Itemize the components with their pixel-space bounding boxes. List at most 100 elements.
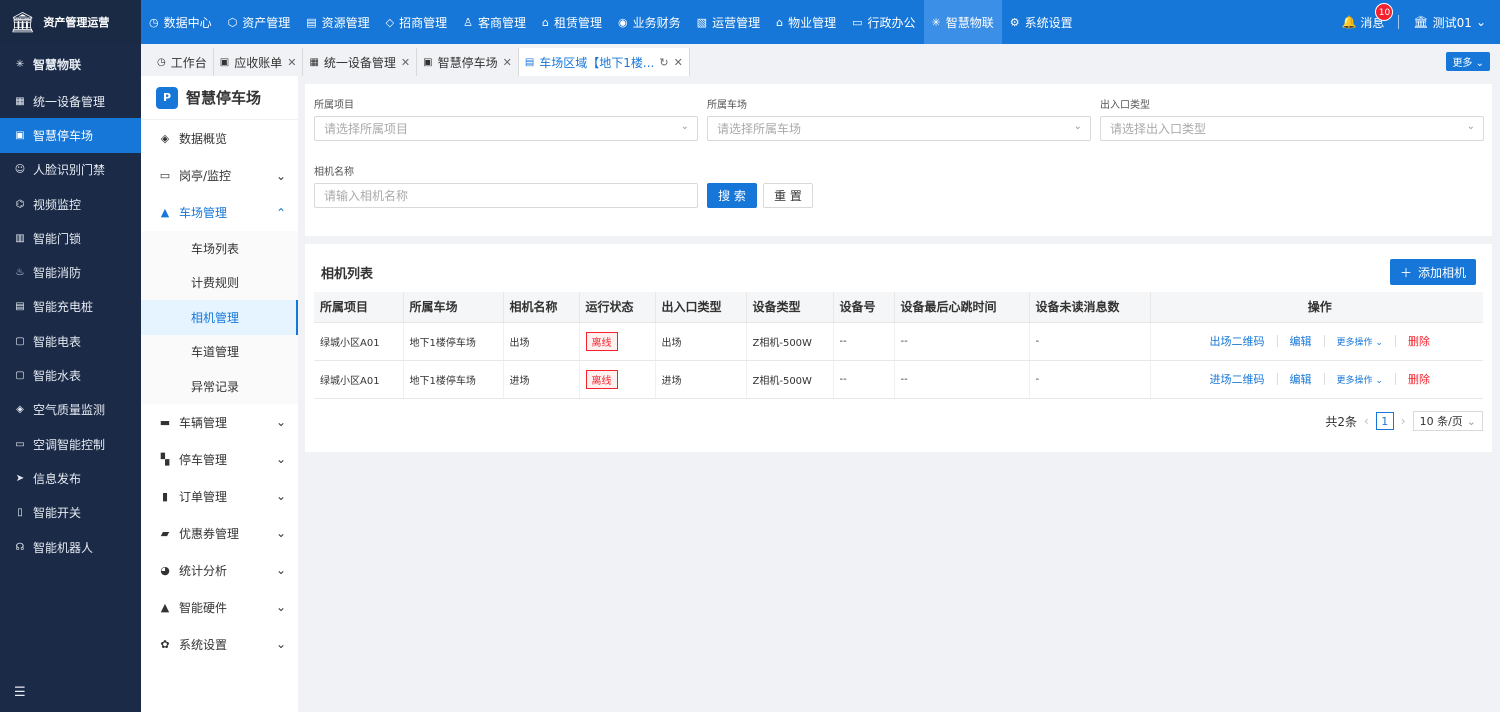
top-nav-label: 行政办公 — [867, 15, 916, 30]
table-header: 操作 — [1150, 292, 1483, 323]
tab-2[interactable]: ▦ 统一设备管理 ✕ — [303, 48, 418, 76]
top-nav-item-9[interactable]: ▭ 行政办公 — [844, 0, 923, 44]
sub-nav-group[interactable]: ▭ 岗亭/监控 ⌄ — [141, 157, 298, 194]
sub-nav-group[interactable]: ✿ 系统设置 ⌄ — [141, 626, 298, 663]
page-size-value: 10 条/页 — [1419, 415, 1463, 428]
top-nav-item-6[interactable]: ◉ 业务财务 — [610, 0, 689, 44]
cell-status: 离线 — [579, 360, 656, 399]
page-1-button[interactable]: 1 — [1375, 412, 1394, 430]
delete-link[interactable]: 删除 — [1408, 333, 1430, 349]
left-nav-item-4[interactable]: ▥ 智能门锁 — [0, 221, 141, 255]
edit-link[interactable]: 编辑 — [1290, 333, 1312, 349]
sub-nav-group[interactable]: ▮ 订单管理 ⌄ — [141, 478, 298, 515]
left-nav-header[interactable]: ✳ 智慧物联 — [0, 44, 141, 84]
sub-nav-group[interactable]: ◕ 统计分析 ⌄ — [141, 552, 298, 589]
table-header: 设备最后心跳时间 — [894, 292, 1030, 323]
left-nav-item-0[interactable]: ▦ 统一设备管理 — [0, 84, 141, 118]
left-nav-item-7[interactable]: ▢ 智能电表 — [0, 324, 141, 358]
more-actions-link[interactable]: 更多操作 ⌄ — [1337, 335, 1383, 348]
top-nav-label: 资产管理 — [242, 15, 291, 30]
sub-nav-group[interactable]: ▲ 车场管理 ⌃ — [141, 194, 298, 231]
more-actions-link[interactable]: 更多操作 ⌄ — [1337, 373, 1383, 386]
left-nav-item-13[interactable]: ☊ 智能机器人 — [0, 530, 141, 564]
left-nav-item-3[interactable]: ⌬ 视频监控 — [0, 187, 141, 221]
nav-icon: ✳ — [931, 15, 941, 29]
top-nav-item-1[interactable]: ⬡ 资产管理 — [220, 0, 299, 44]
sub-nav-group[interactable]: ▲ 智能硬件 ⌄ — [141, 589, 298, 626]
left-nav-item-5[interactable]: ♨ 智能消防 — [0, 255, 141, 289]
top-nav-item-0[interactable]: ◷ 数据中心 — [141, 0, 220, 44]
left-nav-item-8[interactable]: ▢ 智能水表 — [0, 358, 141, 392]
top-nav-label: 租赁管理 — [554, 15, 603, 30]
sub-nav: P 智慧停车场 ◈ 数据概览 ▭ 岗亭/监控 ⌄ ▲ 车场管理 ⌃ 车场列表 计费规则 相机管理 车道… — [141, 76, 298, 712]
top-nav-label: 招商管理 — [399, 15, 448, 30]
nav-icon: ⌬ — [15, 198, 25, 210]
top-nav-item-8[interactable]: ⌂ 物业管理 — [768, 0, 844, 44]
sub-nav-group[interactable]: ▰ 优惠券管理 ⌄ — [141, 515, 298, 552]
top-nav-item-7[interactable]: ▧ 运营管理 — [689, 0, 768, 44]
nav-icon: ▤ — [306, 15, 317, 29]
sub-nav-item[interactable]: 相机管理 — [141, 300, 298, 335]
reset-button[interactable]: 重 置 — [763, 183, 813, 208]
sub-nav-group[interactable]: ▬ 车辆管理 ⌄ — [141, 404, 298, 441]
sub-nav-item[interactable]: 异常记录 — [141, 369, 298, 404]
sub-nav-item[interactable]: 车场列表 — [141, 231, 298, 266]
sub-nav-item[interactable]: 车道管理 — [141, 334, 298, 369]
tab-3[interactable]: ▣ 智慧停车场 ✕ — [417, 48, 519, 76]
refresh-icon[interactable]: ↻ — [659, 56, 668, 69]
top-nav-item-5[interactable]: ⌂ 租赁管理 — [534, 0, 610, 44]
tab-4[interactable]: ▤ 车场区域【地下1楼... ↻ ✕ — [518, 48, 690, 76]
chevron-down-icon: ⌄ — [1475, 15, 1486, 29]
table-row: 绿城小区A01 地下1楼停车场 出场 离线 出场 Z相机-500W -- -- - 出场二维码 编辑… — [314, 322, 1483, 361]
top-nav-item-3[interactable]: ◇ 招商管理 — [378, 0, 455, 44]
top-nav-item-11[interactable]: ⚙ 系统设置 — [1002, 0, 1081, 44]
table-header: 所属车场 — [403, 292, 504, 323]
sub-nav-group[interactable]: ▚ 停车管理 ⌄ — [141, 441, 298, 478]
tab-label: 车场区域【地下1楼... — [539, 55, 655, 70]
tab-1[interactable]: ▣ 应收账单 ✕ — [214, 48, 304, 76]
delete-link[interactable]: 删除 — [1408, 371, 1430, 387]
left-nav-item-12[interactable]: ▯ 智能开关 — [0, 496, 141, 530]
left-nav-item-10[interactable]: ▭ 空调智能控制 — [0, 427, 141, 461]
left-nav-item-1[interactable]: ▣ 智慧停车场 — [0, 118, 141, 153]
table-header: 设备号 — [833, 292, 895, 323]
collapse-menu-icon[interactable]: ☰ — [14, 685, 26, 700]
close-icon[interactable]: ✕ — [674, 56, 683, 69]
tabs-more-button[interactable]: 更多 ⌄ — [1446, 52, 1490, 71]
user-menu[interactable]: 🏛 测试01 ⌄ — [1413, 14, 1486, 31]
page-size-select[interactable]: 10 条/页 ⌄ — [1412, 411, 1483, 431]
search-button[interactable]: 搜 索 — [707, 183, 757, 208]
qr-code-link[interactable]: 出场二维码 — [1210, 333, 1265, 349]
divider — [1394, 373, 1396, 385]
left-nav-item-9[interactable]: ◈ 空气质量监测 — [0, 393, 141, 427]
left-nav-item-6[interactable]: ▤ 智能充电桩 — [0, 290, 141, 324]
qr-code-link[interactable]: 进场二维码 — [1210, 371, 1265, 387]
next-page-icon[interactable]: › — [1401, 414, 1406, 428]
tab-0[interactable]: ◷ 工作台 — [151, 48, 214, 76]
close-icon[interactable]: ✕ — [401, 56, 410, 69]
messages-button[interactable]: 🔔 消息 10 — [1341, 2, 1394, 31]
edit-link[interactable]: 编辑 — [1290, 371, 1312, 387]
sub-nav-group[interactable]: ◈ 数据概览 — [141, 120, 298, 157]
gate-type-select[interactable]: 请选择出入口类型 ⌄ — [1100, 116, 1484, 141]
nav-icon: ⚙ — [1009, 15, 1020, 29]
table-header: 出入口类型 — [655, 292, 747, 323]
camera-name-placeholder: 请输入相机名称 — [324, 189, 409, 203]
close-icon[interactable]: ✕ — [503, 56, 512, 69]
left-nav-label: 智能机器人 — [33, 540, 94, 555]
divider — [1398, 15, 1400, 29]
group-icon: ▮ — [161, 489, 169, 503]
top-nav-item-4[interactable]: ♙ 客商管理 — [455, 0, 534, 44]
top-nav-item-2[interactable]: ▤ 资源管理 — [298, 0, 377, 44]
sub-nav-item[interactable]: 计费规则 — [141, 265, 298, 300]
chevron-down-icon: ⌄ — [275, 600, 286, 614]
add-camera-button[interactable]: ＋ 添加相机 — [1390, 259, 1476, 285]
top-nav-item-10[interactable]: ✳ 智慧物联 — [923, 0, 1002, 44]
camera-name-input[interactable]: 请输入相机名称 — [314, 183, 698, 208]
left-nav-item-2[interactable]: ☺ 人脸识别门禁 — [0, 153, 141, 187]
close-icon[interactable]: ✕ — [287, 56, 296, 69]
project-select[interactable]: 请选择所属项目 ⌄ — [314, 116, 698, 141]
left-nav-item-11[interactable]: ➤ 信息发布 — [0, 461, 141, 495]
lot-select[interactable]: 请选择所属车场 ⌄ — [707, 116, 1091, 141]
prev-page-icon[interactable]: ‹ — [1364, 414, 1369, 428]
